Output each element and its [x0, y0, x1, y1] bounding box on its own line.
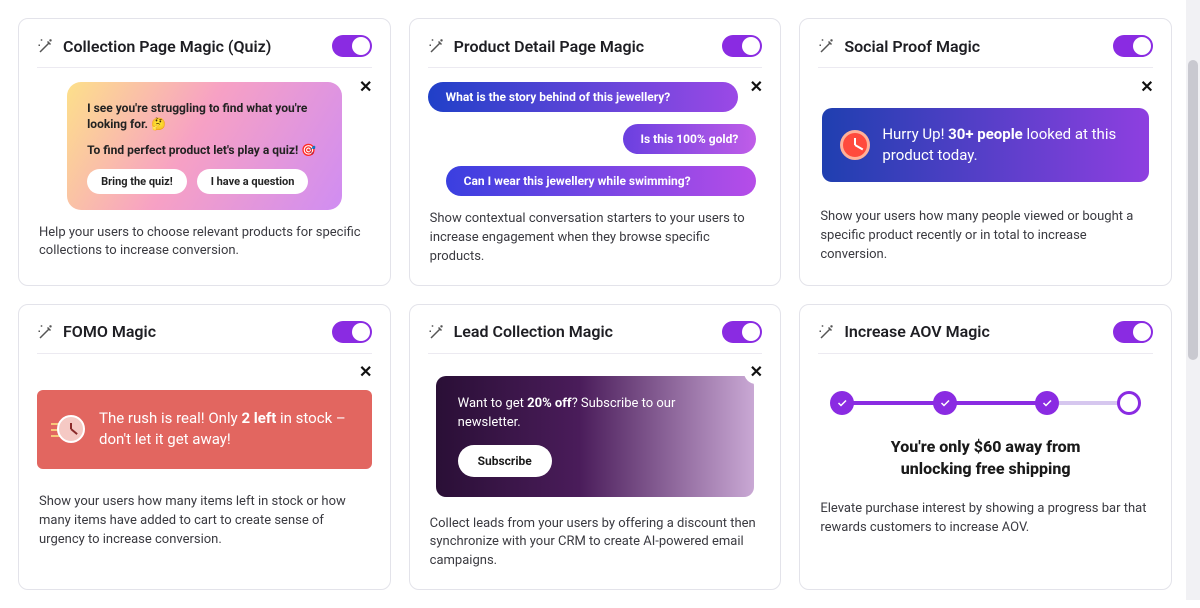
preview-fomo: ✕ The rush is real! Only 2 left in stock… [37, 368, 372, 480]
card-title: Collection Page Magic (Quiz) [63, 37, 271, 56]
card-product-detail: Product Detail Page Magic ✕ What is the … [409, 18, 782, 286]
quiz-line-2: To find perfect product let's play a qui… [87, 142, 321, 158]
toggle-increase-aov[interactable] [1113, 321, 1153, 343]
conversation-starter-pill[interactable]: Can I wear this jewellery while swimming… [446, 166, 757, 196]
preview-aov: You're only $60 away from unlocking free… [818, 368, 1153, 487]
preview-lead: ✕ Want to get 20% off? Subscribe to our … [428, 368, 763, 501]
close-icon[interactable]: ✕ [744, 74, 768, 98]
close-icon[interactable]: ✕ [1135, 74, 1159, 98]
toggle-social-proof[interactable] [1113, 35, 1153, 57]
wand-icon [37, 323, 55, 341]
card-title: Lead Collection Magic [454, 322, 613, 341]
card-description: Show your users how many items left in s… [37, 493, 372, 550]
wand-icon [428, 323, 446, 341]
close-icon[interactable]: ✕ [744, 360, 768, 384]
card-lead-collection: Lead Collection Magic ✕ Want to get 20% … [409, 304, 782, 591]
social-text-bold: 30+ people [948, 125, 1023, 143]
toggle-fomo[interactable] [332, 321, 372, 343]
card-header: Lead Collection Magic [428, 321, 763, 354]
card-title: Product Detail Page Magic [454, 37, 644, 56]
aov-line-1: You're only $60 away from [824, 436, 1147, 458]
bring-quiz-button[interactable]: Bring the quiz! [87, 169, 187, 194]
preview-social: ✕ Hurry Up! 30+ people looked at this pr… [818, 82, 1153, 194]
quiz-line-1: I see you're struggling to find what you… [87, 100, 321, 132]
card-header: Social Proof Magic [818, 35, 1153, 68]
fomo-text-bold: 2 left [241, 409, 276, 427]
card-collection-quiz: Collection Page Magic (Quiz) ✕ I see you… [18, 18, 391, 286]
card-header: Collection Page Magic (Quiz) [37, 35, 372, 68]
wand-icon [37, 37, 55, 55]
wand-icon [818, 323, 836, 341]
card-social-proof: Social Proof Magic ✕ Hurry Up! 30+ peopl… [799, 18, 1172, 286]
preview-pills: ✕ What is the story behind of this jewel… [428, 82, 763, 196]
subscribe-button[interactable]: Subscribe [458, 445, 552, 477]
clock-icon [57, 415, 85, 443]
lead-banner: Want to get 20% off? Subscribe to our ne… [436, 376, 755, 497]
lead-text-bold: 20% off [527, 396, 571, 411]
card-description: Help your users to choose relevant produ… [37, 224, 372, 262]
card-increase-aov: Increase AOV Magic You're only $60 away … [799, 304, 1172, 591]
progress-node-complete [1035, 391, 1059, 415]
progress-node-complete [830, 391, 854, 415]
card-header: Product Detail Page Magic [428, 35, 763, 68]
card-header: Increase AOV Magic [818, 321, 1153, 354]
preview-quiz: ✕ I see you're struggling to find what y… [37, 82, 372, 210]
conversation-starter-pill[interactable]: Is this 100% gold? [623, 124, 757, 154]
question-button[interactable]: I have a question [197, 169, 309, 194]
card-title: Increase AOV Magic [844, 322, 989, 341]
scrollbar-track[interactable] [1186, 0, 1200, 600]
card-description: Collect leads from your users by offerin… [428, 515, 763, 572]
card-description: Elevate purchase interest by showing a p… [818, 500, 1153, 538]
card-header: FOMO Magic [37, 321, 372, 354]
social-text-prefix: Hurry Up! [882, 125, 948, 143]
fomo-text-prefix: The rush is real! Only [99, 409, 241, 427]
toggle-collection-quiz[interactable] [332, 35, 372, 57]
wand-icon [818, 37, 836, 55]
close-icon[interactable]: ✕ [354, 74, 378, 98]
progress-bar [830, 388, 1141, 418]
conversation-starter-pill[interactable]: What is the story behind of this jewelle… [428, 82, 739, 112]
progress-node-incomplete [1117, 391, 1141, 415]
lead-text-prefix: Want to get [458, 396, 528, 411]
card-title: Social Proof Magic [844, 37, 980, 56]
progress-node-complete [933, 391, 957, 415]
aov-line-2: unlocking free shipping [824, 458, 1147, 480]
scrollbar-thumb[interactable] [1188, 60, 1198, 360]
close-icon[interactable]: ✕ [354, 360, 378, 384]
card-fomo: FOMO Magic ✕ The rush is real! Only 2 le… [18, 304, 391, 591]
fomo-banner: The rush is real! Only 2 left in stock –… [37, 390, 372, 470]
card-description: Show your users how many people viewed o… [818, 208, 1153, 265]
quiz-bubble: I see you're struggling to find what you… [67, 82, 341, 210]
toggle-product-detail[interactable] [722, 35, 762, 57]
wand-icon [428, 37, 446, 55]
social-proof-banner: Hurry Up! 30+ people looked at this prod… [822, 108, 1149, 182]
card-description: Show contextual conversation starters to… [428, 210, 763, 267]
clock-icon [840, 130, 870, 160]
card-title: FOMO Magic [63, 322, 156, 341]
toggle-lead-collection[interactable] [722, 321, 762, 343]
